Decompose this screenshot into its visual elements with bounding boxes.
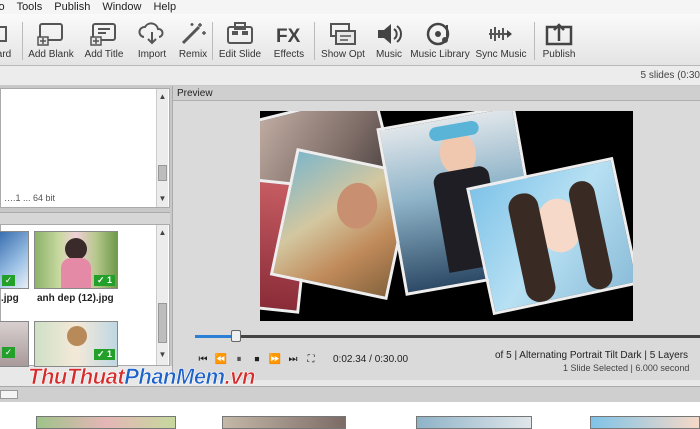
photo-subject: [65, 238, 87, 260]
project-status-bar: 5 slides (0:30: [0, 66, 700, 86]
file-thumbnail[interactable]: ✓ 1: [34, 321, 118, 367]
file-list-header: [0, 212, 170, 224]
photo-subject: [67, 326, 87, 346]
menu-item-audio[interactable]: io: [0, 1, 5, 13]
add-blank-button[interactable]: Add Blank: [28, 14, 74, 66]
add-title-button[interactable]: Add Title: [84, 14, 124, 66]
seek-progress: [195, 335, 237, 338]
menu-item-help[interactable]: Help: [153, 1, 176, 13]
timeline-slide[interactable]: [36, 416, 176, 429]
toolbar: ard Add Blank Add Title Import Remix Edi…: [0, 14, 700, 66]
folder-scrollbar[interactable]: ▲ ▼: [156, 89, 168, 207]
fx-icon: FX: [276, 26, 301, 47]
cloud-download-icon: [138, 22, 164, 45]
scroll-up-icon[interactable]: ▲: [157, 227, 168, 239]
skip-end-icon[interactable]: ⏭: [285, 353, 301, 367]
menu-item-window[interactable]: Window: [102, 1, 141, 13]
playback-time: 0:02.34 / 0:30.00: [333, 354, 409, 365]
timeline-slide[interactable]: [222, 416, 346, 429]
slides-count: 5 slides (0:30: [640, 70, 700, 81]
toolbar-separator: [534, 22, 535, 60]
menu-item-tools[interactable]: Tools: [17, 1, 43, 13]
scroll-thumb[interactable]: [0, 390, 18, 399]
sync-music-icon: [489, 27, 512, 41]
toolbar-separator: [22, 22, 23, 60]
import-button[interactable]: Import: [135, 14, 169, 66]
fast-forward-icon[interactable]: ⏩: [267, 353, 283, 367]
file-browser-panel: ✓ .jpg ✓ 1 anh dep (12).jpg ✓ ✓ 1 ▲ ▼: [0, 224, 170, 367]
photo-subject: [332, 179, 382, 233]
show-options-icon: [330, 23, 356, 45]
edit-slide-icon: [227, 22, 253, 44]
menu-item-publish[interactable]: Publish: [54, 1, 90, 13]
file-thumbnail[interactable]: ✓: [0, 321, 29, 367]
preview-canvas[interactable]: [260, 111, 633, 321]
slide-info: of 5 | Alternating Portrait Tilt Dark | …: [495, 350, 689, 361]
show-options-button[interactable]: Show Opt: [320, 14, 366, 66]
scroll-up-icon[interactable]: ▲: [157, 91, 168, 103]
preview-title: Preview: [177, 88, 213, 99]
publish-icon: [545, 23, 573, 46]
menu-bar: io Tools Publish Window Help: [0, 0, 700, 14]
preview-header: Preview: [173, 86, 700, 101]
scroll-down-icon[interactable]: ▼: [157, 349, 168, 361]
timeline-scrollbar[interactable]: [0, 386, 700, 402]
file-thumbnail[interactable]: ✓ 1: [34, 231, 118, 289]
magic-wand-icon: [181, 23, 206, 45]
wizard-button[interactable]: ard: [0, 14, 16, 66]
slide-timeline: [0, 402, 700, 429]
slide-use-badge: ✓ 1: [93, 349, 115, 360]
check-icon: ✓: [2, 275, 15, 286]
file-thumbnail[interactable]: ✓: [0, 231, 29, 289]
toolbar-separator: [212, 22, 213, 60]
scroll-down-icon[interactable]: ▼: [157, 193, 168, 205]
file-scrollbar[interactable]: ▲ ▼: [156, 225, 168, 365]
publish-button[interactable]: Publish: [540, 14, 578, 66]
scroll-thumb[interactable]: [158, 303, 167, 343]
remix-button[interactable]: Remix: [177, 14, 209, 66]
seek-handle[interactable]: [231, 330, 242, 342]
add-blank-icon: [37, 23, 63, 46]
wizard-icon: [0, 26, 7, 42]
file-name: .jpg: [1, 293, 19, 304]
svg-text:FX: FX: [276, 26, 301, 47]
seek-bar[interactable]: [195, 330, 700, 342]
scroll-thumb[interactable]: [158, 165, 167, 181]
folder-tree-panel: ….1 ... 64 bit ▲ ▼: [0, 88, 170, 208]
folder-item[interactable]: ….1 ... 64 bit: [4, 193, 55, 203]
fullscreen-icon[interactable]: ⛶: [303, 353, 319, 367]
photo-subject: [61, 258, 91, 288]
music-disc-icon: [426, 22, 450, 46]
toolbar-separator: [314, 22, 315, 60]
add-title-icon: [90, 23, 116, 46]
timeline-slide[interactable]: [416, 416, 532, 429]
preview-panel: Preview ⏮ ⏪ ⏸ ⏹ ⏩ ⏭ ⛶ 0:02.34 / 0:30.00 …: [172, 86, 700, 380]
music-library-button[interactable]: Music Library: [410, 14, 470, 66]
speaker-icon: [378, 24, 402, 44]
left-panels: ….1 ... 64 bit ▲ ▼ ✓ .jpg ✓ 1 anh dep (1…: [0, 86, 172, 367]
slide-use-badge: ✓ 1: [93, 275, 115, 286]
file-name: anh dep (12).jpg: [37, 293, 114, 304]
selection-info: 1 Slide Selected | 6.000 second: [563, 363, 690, 373]
effects-button[interactable]: FX Effects: [270, 14, 308, 66]
sync-music-button[interactable]: Sync Music: [475, 14, 527, 66]
check-icon: ✓: [2, 347, 15, 358]
music-button[interactable]: Music: [372, 14, 406, 66]
edit-slide-button[interactable]: Edit Slide: [218, 14, 262, 66]
timeline-slide[interactable]: [590, 416, 700, 429]
